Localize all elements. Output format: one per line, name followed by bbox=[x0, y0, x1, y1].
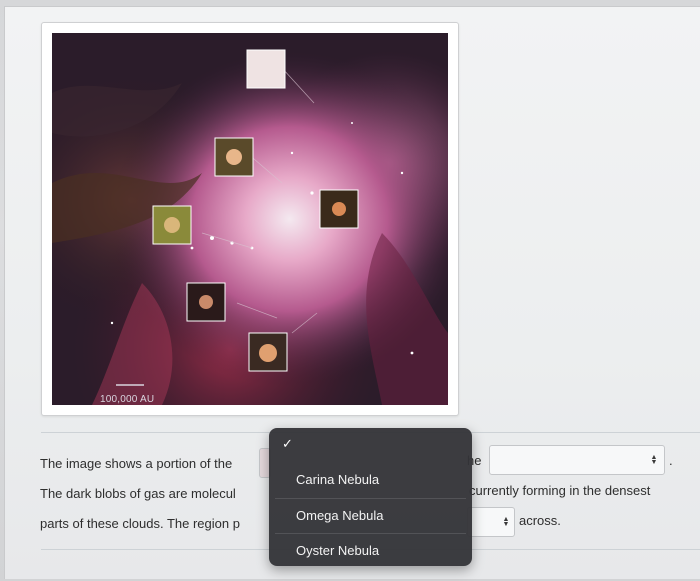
answer-select-2[interactable]: ▲ ▼ bbox=[467, 507, 515, 537]
option-omega-nebula[interactable]: Omega Nebula bbox=[269, 499, 472, 533]
answer-select-1[interactable]: ▲ ▼ bbox=[489, 445, 665, 475]
question-line3-start: parts of these clouds. The region p bbox=[40, 516, 240, 531]
option-carina-nebula[interactable]: Carina Nebula bbox=[269, 463, 472, 497]
option-oyster-nebula[interactable]: Oyster Nebula bbox=[269, 534, 472, 568]
up-down-arrows-icon: ▲ ▼ bbox=[650, 454, 658, 466]
question-line1-start: The image shows a portion of the bbox=[40, 456, 233, 471]
question-line1-period: . bbox=[669, 453, 673, 468]
nebula-figure: 100,000 AU bbox=[41, 22, 459, 416]
scale-bar-label: 100,000 AU bbox=[100, 394, 155, 405]
question-line3-end: across. bbox=[519, 513, 561, 528]
page: 100,000 AU The image shows a portion of … bbox=[4, 6, 700, 579]
nebula-image bbox=[52, 33, 448, 405]
nebula-dropdown-menu[interactable]: ✓ Carina Nebula Omega Nebula Oyster Nebu… bbox=[269, 428, 472, 566]
question-line2-start: The dark blobs of gas are molecul bbox=[40, 486, 236, 501]
question-line2-end: currently forming in the densest bbox=[469, 483, 651, 498]
up-down-arrows-icon: ▲ ▼ bbox=[502, 516, 510, 528]
checkmark-icon: ✓ bbox=[282, 436, 293, 451]
